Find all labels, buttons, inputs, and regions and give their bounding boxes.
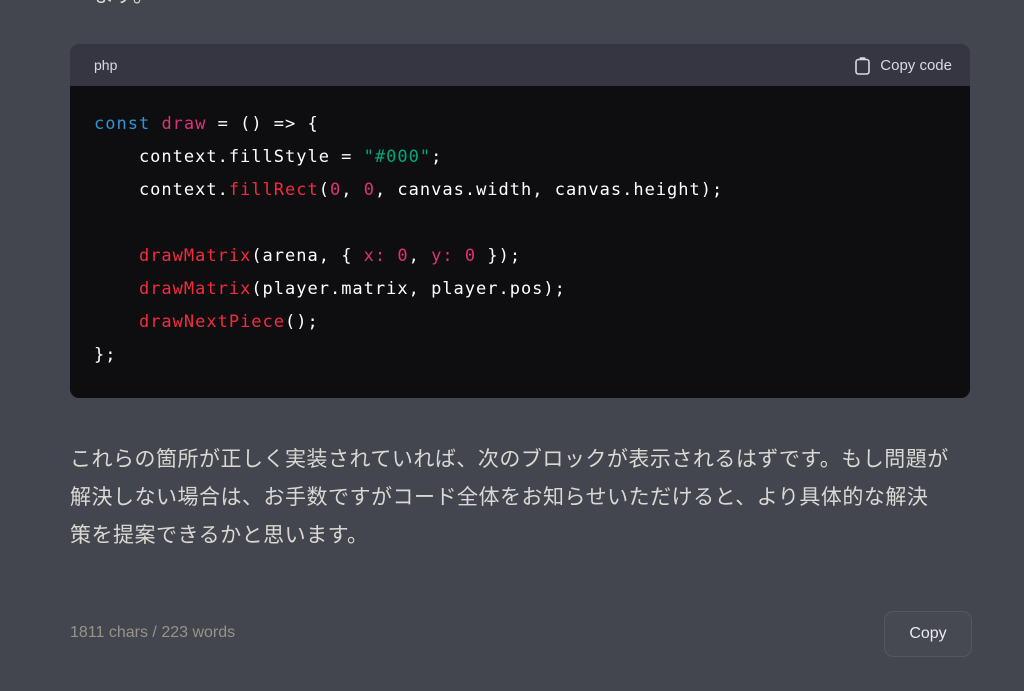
code-token: x: — [364, 246, 386, 266]
code-line: drawMatrix(arena, { x: 0, y: 0 }); — [94, 240, 946, 273]
code-token — [94, 246, 139, 266]
code-block-body: const draw = () => { context.fillStyle =… — [70, 86, 970, 398]
copy-code-label: Copy code — [880, 57, 952, 74]
code-block: php Copy code const draw = () => { conte… — [70, 44, 970, 398]
code-token: context. — [94, 180, 229, 200]
copy-button-label: Copy — [909, 625, 946, 643]
code-token — [94, 312, 139, 332]
code-token: context.fillStyle = — [94, 147, 364, 167]
code-token: , — [409, 246, 431, 266]
copy-code-button[interactable]: Copy code — [854, 56, 952, 75]
paragraph-line: これらの箇所が正しく実装されていれば、次のブロックが表示されるはずです。もし問題… — [70, 441, 980, 479]
code-token: const — [94, 114, 150, 134]
code-line: drawMatrix(player.matrix, player.pos); — [94, 273, 946, 306]
code-line: }; — [94, 339, 946, 372]
code-content: const draw = () => { context.fillStyle =… — [94, 108, 946, 372]
page: ます。 php Copy code const draw = () => { c… — [0, 0, 1024, 691]
paragraph-line: 策を提案できるかと思います。 — [70, 517, 980, 555]
code-line: const draw = () => { — [94, 108, 946, 141]
code-token: drawMatrix — [139, 246, 251, 266]
clipboard-icon — [854, 56, 871, 75]
code-token: , — [341, 180, 363, 200]
code-token — [386, 246, 397, 266]
code-language-label: php — [94, 57, 117, 73]
code-line: drawNextPiece(); — [94, 306, 946, 339]
code-token: 0 — [397, 246, 408, 266]
code-token: (); — [285, 312, 319, 332]
code-token: (arena, { — [251, 246, 363, 266]
code-token: drawNextPiece — [139, 312, 285, 332]
code-line: context.fillStyle = "#000"; — [94, 141, 946, 174]
code-token: (player.matrix, player.pos); — [251, 279, 566, 299]
code-line: context.fillRect(0, 0, canvas.width, can… — [94, 174, 946, 207]
code-token — [454, 246, 465, 266]
code-token: "#000" — [364, 147, 431, 167]
code-token: 0 — [465, 246, 476, 266]
code-token: 0 — [364, 180, 375, 200]
code-token: ; — [431, 147, 442, 167]
code-token: drawMatrix — [139, 279, 251, 299]
code-token: }); — [476, 246, 521, 266]
code-line — [94, 207, 946, 240]
paragraph-line: 解決しない場合は、お手数ですがコード全体をお知らせいただけると、より具体的な解決 — [70, 479, 980, 517]
code-token: = () => { — [206, 114, 318, 134]
assistant-message-paragraph: これらの箇所が正しく実装されていれば、次のブロックが表示されるはずです。もし問題… — [70, 441, 980, 555]
code-token — [94, 279, 139, 299]
code-token: 0 — [330, 180, 341, 200]
code-token: , canvas.width, canvas.height); — [375, 180, 723, 200]
copy-button[interactable]: Copy — [884, 611, 972, 657]
code-token: fillRect — [229, 180, 319, 200]
code-block-header: php Copy code — [70, 44, 970, 86]
code-token: }; — [94, 345, 116, 365]
char-word-counter: 1811 chars / 223 words — [70, 624, 235, 642]
code-token: draw — [161, 114, 206, 134]
clipped-previous-line-text: ます。 — [93, 0, 154, 9]
code-token: y: — [431, 246, 453, 266]
code-token — [150, 114, 161, 134]
code-token: ( — [319, 180, 330, 200]
clipped-previous-line: ます。 — [93, 0, 154, 9]
